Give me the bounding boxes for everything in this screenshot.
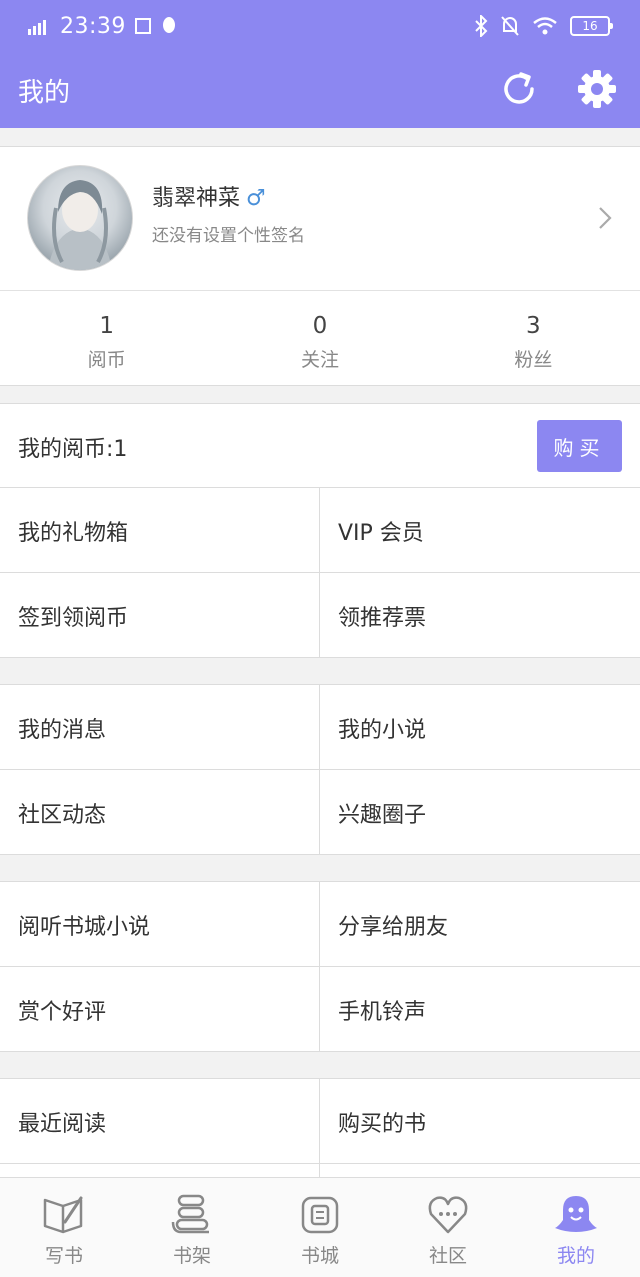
menu-label: 签到领阅币 [18, 606, 129, 631]
menu-label: 我的消息 [18, 718, 107, 743]
gear-icon [578, 70, 616, 108]
male-gender-icon: ♂ [246, 186, 266, 211]
battery-indicator: 16 [570, 16, 613, 36]
settings-button[interactable] [574, 66, 620, 112]
tab-community[interactable]: 社区 [384, 1178, 512, 1277]
menu-label: 领推荐票 [338, 606, 427, 631]
bookstore-icon [301, 1196, 339, 1234]
menu-ringtones[interactable]: 手机铃声 [320, 967, 640, 1051]
refresh-button[interactable] [496, 66, 542, 112]
menu-community-feed[interactable]: 社区动态 [0, 770, 320, 854]
menu-label: 我的礼物箱 [18, 521, 129, 546]
mute-bell-icon [501, 16, 519, 36]
stat-coins[interactable]: 1 阅币 [0, 291, 213, 385]
tab-bookstore[interactable]: 书城 [256, 1178, 384, 1277]
profile-stats: 1 阅币 0 关注 3 粉丝 [0, 291, 640, 385]
username: 翡翠神菜 ♂ [152, 180, 266, 212]
avatar[interactable] [27, 165, 133, 271]
chevron-right-icon [599, 207, 612, 229]
menu-my-novels[interactable]: 我的小说 [320, 685, 640, 769]
menu-recommend-ticket[interactable]: 领推荐票 [320, 573, 640, 657]
menu-gift-box[interactable]: 我的礼物箱 [0, 488, 320, 572]
stat-value: 3 [526, 313, 541, 339]
menu-label: 赏个好评 [18, 1000, 107, 1025]
app-bar: 我的 [0, 52, 640, 128]
wifi-icon [533, 17, 557, 35]
coins-balance: 我的阅币:1 [18, 437, 128, 462]
tab-profile[interactable]: 我的 [512, 1178, 640, 1277]
stat-value: 0 [312, 313, 328, 339]
menu-group-2: 我的消息 我的小说 社区动态 兴趣圈子 [0, 684, 640, 855]
tab-label: 书城 [300, 1245, 339, 1267]
menu-group-3: 阅听书城小说 分享给朋友 赏个好评 手机铃声 [0, 881, 640, 1052]
profile-card: 翡翠神菜 ♂ 还没有设置个性签名 1 阅币 0 关注 3 粉丝 [0, 146, 640, 386]
refresh-icon [504, 72, 534, 104]
signal-icon [28, 20, 46, 35]
menu-vip[interactable]: VIP 会员 [320, 488, 640, 572]
page-title: 我的 [18, 78, 71, 108]
stat-label: 粉丝 [514, 349, 553, 371]
coins-row: 我的阅币:1 购买 [0, 403, 640, 489]
tab-bookshelf[interactable]: 书架 [128, 1178, 256, 1277]
profile-header[interactable]: 翡翠神菜 ♂ 还没有设置个性签名 [0, 147, 640, 291]
status-bar: 23:39 16 [0, 0, 640, 52]
profile-icon [555, 1196, 597, 1232]
notification-icon [134, 18, 151, 34]
stat-value: 1 [99, 313, 114, 339]
buy-button[interactable]: 购买 [537, 420, 622, 472]
stat-followers[interactable]: 3 粉丝 [427, 291, 640, 385]
menu-share[interactable]: 分享给朋友 [320, 882, 640, 966]
menu-label: 购买的书 [338, 1112, 427, 1137]
stat-label: 阅币 [87, 349, 126, 371]
menu-purchased-books[interactable]: 购买的书 [320, 1079, 640, 1163]
menu-label: 手机铃声 [338, 1000, 427, 1025]
menu-label: 我的小说 [338, 718, 427, 743]
menu-label: 社区动态 [18, 803, 107, 828]
write-book-icon [43, 1196, 83, 1234]
community-icon [428, 1196, 468, 1234]
menu-rate-app[interactable]: 赏个好评 [0, 967, 320, 1051]
tab-write[interactable]: 写书 [0, 1178, 128, 1277]
stat-following[interactable]: 0 关注 [213, 291, 426, 385]
bluetooth-icon [475, 15, 488, 37]
menu-group-4: 最近阅读 购买的书 [0, 1078, 640, 1184]
qq-icon [162, 17, 175, 33]
menu-check-in[interactable]: 签到领阅币 [0, 573, 320, 657]
tab-label: 书架 [172, 1245, 211, 1267]
menu-messages[interactable]: 我的消息 [0, 685, 320, 769]
tab-label: 我的 [556, 1245, 595, 1267]
menu-label: 分享给朋友 [338, 915, 449, 940]
menu-label: 阅听书城小说 [18, 915, 151, 940]
tab-label: 社区 [428, 1245, 467, 1267]
bottom-tab-bar: 写书 书架 书城 社区 我的 [0, 1177, 640, 1277]
stat-label: 关注 [300, 349, 339, 371]
bookshelf-icon [171, 1194, 209, 1234]
menu-interest-circles[interactable]: 兴趣圈子 [320, 770, 640, 854]
tab-label: 写书 [44, 1245, 83, 1267]
menu-bookstore-novels[interactable]: 阅听书城小说 [0, 882, 320, 966]
menu-label: VIP 会员 [338, 521, 424, 546]
menu-label: 最近阅读 [18, 1112, 107, 1137]
signature: 还没有设置个性签名 [152, 226, 305, 246]
status-time: 23:39 [60, 13, 126, 39]
menu-group-1: 我的礼物箱 VIP 会员 签到领阅币 领推荐票 [0, 487, 640, 658]
menu-recent-reading[interactable]: 最近阅读 [0, 1079, 320, 1163]
menu-label: 兴趣圈子 [338, 803, 427, 828]
username-text: 翡翠神菜 [152, 186, 241, 211]
